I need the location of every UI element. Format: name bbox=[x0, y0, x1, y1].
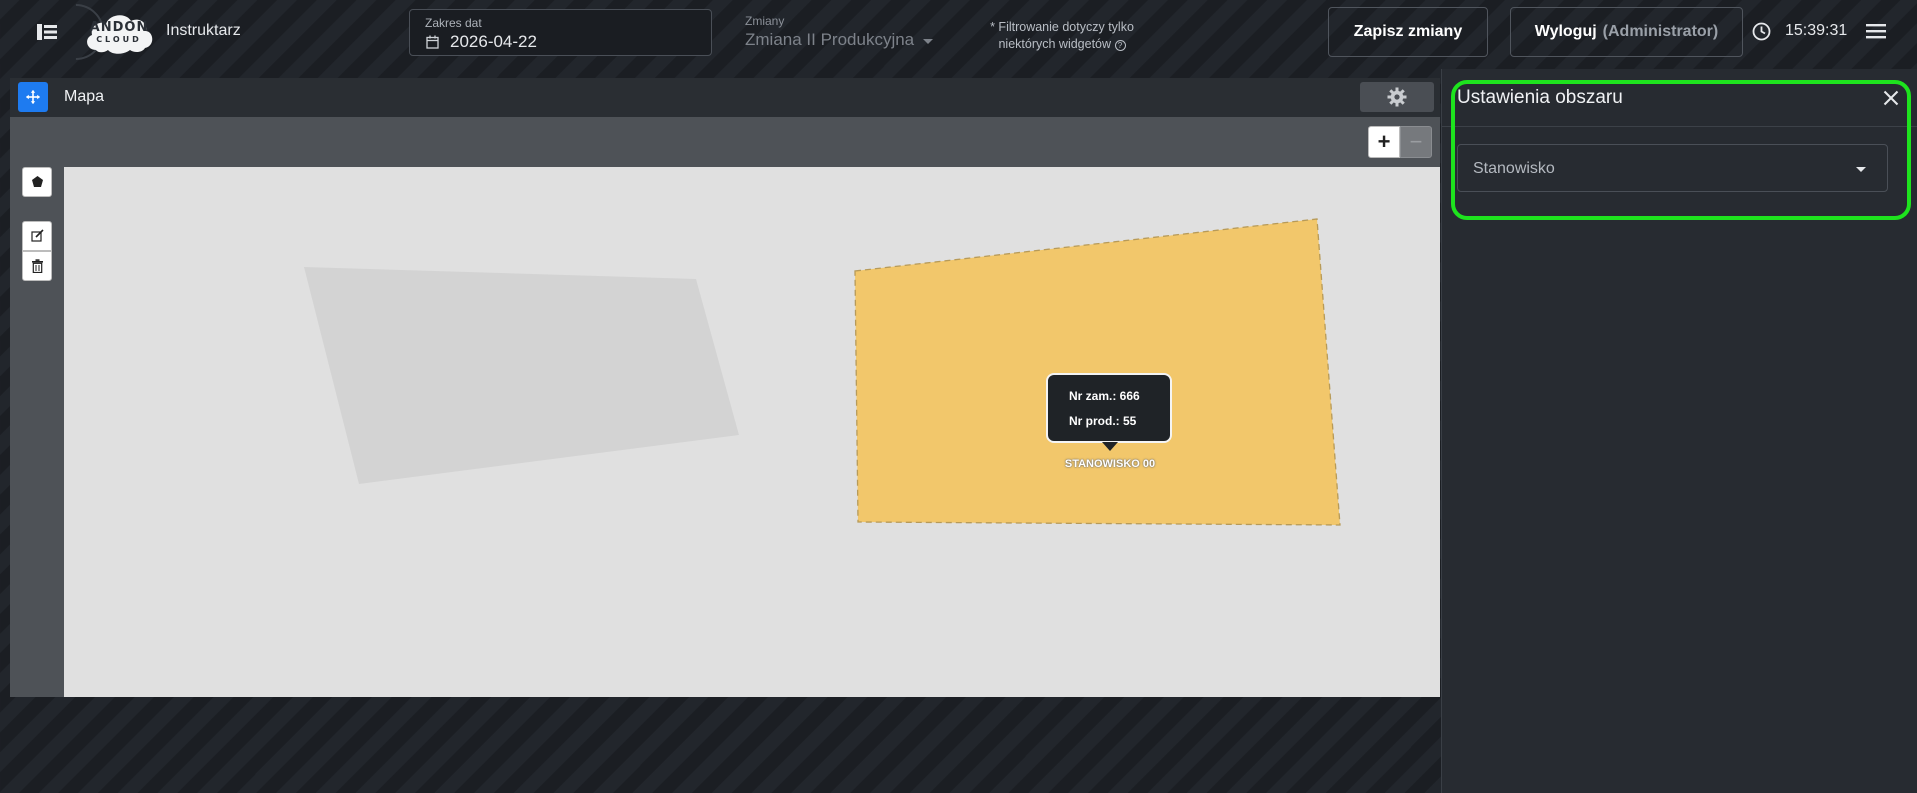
help-icon[interactable]: ? bbox=[1114, 40, 1126, 51]
draw-polygon-button[interactable] bbox=[22, 167, 52, 197]
station-select-placeholder: Stanowisko bbox=[1473, 160, 1555, 177]
polygon-draw-icon bbox=[32, 176, 43, 187]
filter-note-line2: niektórych widgetów bbox=[998, 37, 1112, 51]
filter-note-line1: * Filtrowanie dotyczy tylko bbox=[990, 20, 1134, 34]
panel-header: Ustawienia obszaru bbox=[1442, 69, 1917, 127]
station-label: STANOWISKO 00 bbox=[1064, 458, 1156, 470]
move-widget-button[interactable] bbox=[18, 82, 48, 112]
delete-layers-button[interactable] bbox=[22, 251, 52, 281]
move-arrows-icon bbox=[26, 90, 40, 104]
area-settings-panel: Ustawienia obszaru Stanowisko bbox=[1441, 69, 1917, 793]
station-area[interactable] bbox=[854, 218, 1341, 526]
tooltip-product-number: Nr prod.: 55 bbox=[1069, 414, 1137, 428]
logout-label: Wyloguj bbox=[1534, 23, 1597, 40]
sidebar-toggle-button[interactable] bbox=[28, 0, 116, 72]
logo-text-cloud: CLOUD bbox=[96, 35, 142, 44]
calendar-icon bbox=[426, 35, 439, 49]
chevron-down-icon bbox=[923, 39, 933, 44]
clock-time: 15:39:31 bbox=[1785, 22, 1848, 39]
logout-button[interactable]: Wyloguj (Administrator) bbox=[1510, 7, 1743, 57]
clock-icon bbox=[1752, 22, 1771, 41]
gear-icon bbox=[1387, 87, 1407, 107]
panel-title: Ustawienia obszaru bbox=[1457, 87, 1623, 108]
close-icon bbox=[1883, 90, 1899, 106]
map-shapes bbox=[304, 218, 1341, 526]
tooltip-arrow bbox=[1102, 442, 1118, 451]
map-widget-header: Mapa bbox=[10, 78, 1440, 117]
chevron-down-icon bbox=[1856, 167, 1866, 172]
edit-layers-icon bbox=[31, 229, 44, 242]
date-range-field[interactable]: Zakres dat 2026-04-22 bbox=[409, 9, 712, 56]
trash-icon bbox=[32, 259, 43, 273]
close-panel-button[interactable] bbox=[1878, 85, 1904, 111]
role-label: Instruktarz bbox=[166, 22, 241, 39]
map-toolbar bbox=[10, 117, 1440, 167]
hamburger-menu-button[interactable] bbox=[1864, 21, 1888, 43]
station-select[interactable]: Stanowisko bbox=[1457, 144, 1888, 192]
tooltip-order-number: Nr zam.: 666 bbox=[1069, 389, 1140, 403]
map-widget-title: Mapa bbox=[64, 88, 105, 105]
inactive-area[interactable] bbox=[304, 267, 739, 484]
save-changes-button[interactable]: Zapisz zmiany bbox=[1328, 7, 1488, 57]
widget-settings-button[interactable] bbox=[1360, 82, 1434, 112]
date-range-label: Zakres dat bbox=[425, 16, 482, 30]
edit-layers-button[interactable] bbox=[22, 221, 52, 251]
map-canvas[interactable] bbox=[64, 167, 1440, 697]
logo-text-andon: ANDON bbox=[89, 20, 149, 35]
shift-select[interactable]: Zmiany Zmiana II Produkcyjna bbox=[731, 9, 941, 56]
zoom-out-button[interactable]: − bbox=[1400, 126, 1432, 158]
date-value: 2026-04-22 bbox=[450, 32, 537, 51]
andon-cloud-logo: ANDON CLOUD bbox=[82, 6, 156, 58]
zoom-in-button[interactable]: + bbox=[1368, 126, 1400, 158]
top-bar: ANDON CLOUD Instruktarz Zakres dat 2026-… bbox=[0, 0, 1917, 72]
hamburger-menu-icon bbox=[1866, 23, 1886, 38]
logout-user-label: (Administrator) bbox=[1602, 23, 1719, 40]
sidebar-toggle-icon bbox=[37, 24, 57, 40]
shift-value: Zmiana II Produkcyjna bbox=[745, 30, 915, 49]
filter-note-line2-wrap: niektórych widgetów ? bbox=[964, 36, 1160, 53]
shift-label: Zmiany bbox=[745, 14, 785, 28]
filter-note: * Filtrowanie dotyczy tylko niektórych w… bbox=[964, 19, 1160, 53]
map-widget: Mapa + − Nr zam.: 666 Nr prod.: 55 STANO… bbox=[10, 78, 1440, 697]
station-tooltip: Nr zam.: 666 Nr prod.: 55 bbox=[1046, 373, 1172, 443]
